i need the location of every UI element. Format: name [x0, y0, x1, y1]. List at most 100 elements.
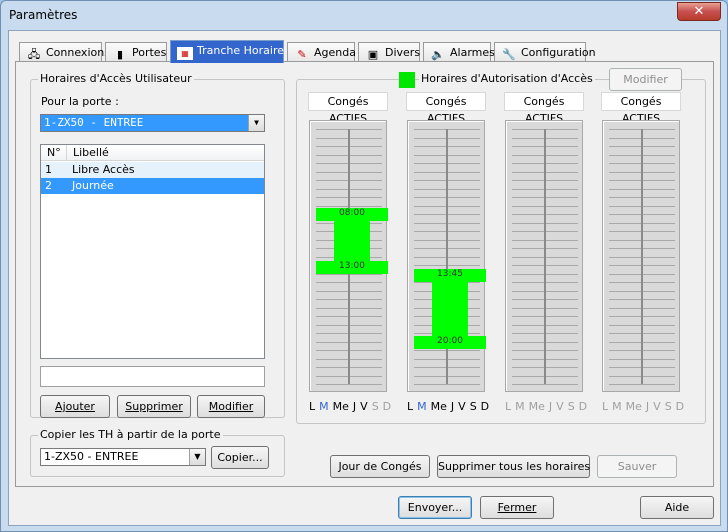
agenda-icon: ✎ [297, 48, 307, 61]
list-item[interactable]: 2 Journée [41, 178, 264, 194]
send-button[interactable]: Envoyer... [398, 496, 472, 519]
schedule-list[interactable]: N° Libellé 1 Libre Accès 2 Journée [40, 144, 265, 359]
clock-icon: ▦ [177, 47, 193, 60]
row-label: Libre Accès [72, 163, 135, 176]
weekday-toggle[interactable]: L [309, 400, 315, 413]
help-button[interactable]: Aide [640, 496, 714, 519]
weekday-toggle[interactable]: L [602, 400, 608, 413]
authorization-group-title: Horaires d'Autorisation d'Accès [419, 72, 595, 85]
delete-all-schedules-button[interactable]: Supprimer tous les horaires [437, 455, 590, 478]
weekday-toggle[interactable]: M [612, 400, 622, 413]
legend-color-swatch [399, 72, 415, 88]
weekday-toggle[interactable]: V [653, 400, 661, 413]
weekday-toggle[interactable]: J [646, 400, 649, 413]
end-time-label: 13:00 [339, 261, 365, 272]
modify-button[interactable]: Modifier [197, 395, 265, 418]
close-button[interactable]: Fermer [480, 496, 554, 519]
chevron-down-icon[interactable]: ▼ [189, 449, 205, 465]
weekday-toggle[interactable]: M [515, 400, 525, 413]
chevron-down-icon[interactable]: ▼ [248, 115, 264, 131]
column-header-label[interactable]: Libellé [73, 146, 109, 159]
weekday-selector: L M Me J V S D [407, 400, 493, 413]
tab-label: Alarmes [450, 46, 495, 59]
schedule-column-header[interactable]: Congés ACTIFS [406, 92, 486, 125]
holiday-button[interactable]: Jour de Congés [330, 455, 430, 478]
door-select[interactable]: 1-ZX50 - ENTREE ▼ [40, 114, 265, 132]
copy-button[interactable]: Copier... [211, 446, 269, 469]
weekday-selector: L M Me J V S D [602, 400, 688, 413]
schedule-name-input[interactable] [40, 366, 265, 387]
column-divider [66, 145, 67, 161]
end-time-label: 20:00 [437, 335, 463, 346]
weekday-toggle[interactable]: D [579, 400, 587, 413]
schedule-column[interactable]: 13:45 20:00 [407, 120, 486, 392]
weekday-toggle[interactable]: V [556, 400, 564, 413]
time-range-bar[interactable] [432, 282, 468, 336]
weekday-toggle[interactable]: S [372, 400, 379, 413]
tab-tranche-horaire[interactable]: ▦ Tranche Horaire [170, 40, 284, 63]
settings-window: Paramètres ✕ 🖧 Connexions ▮ Portes ▦ Tranch… [0, 0, 728, 532]
weekday-toggle[interactable]: Me [333, 400, 349, 413]
copy-door-value: 1-ZX50 - ENTREE [44, 450, 139, 463]
door-icon: ▮ [116, 48, 124, 61]
schedule-column-header[interactable]: Congés ACTIFS [308, 92, 388, 125]
schedule-column-header[interactable]: Congés ACTIFS [504, 92, 584, 125]
help-button-label: Aide [664, 501, 690, 514]
weekday-toggle[interactable]: J [549, 400, 552, 413]
weekday-selector: L M Me J V S D [309, 400, 395, 413]
tab-label: Configuration [521, 46, 596, 59]
time-range-start-handle[interactable]: 13:45 [414, 269, 486, 283]
add-button[interactable]: Ajouter [40, 395, 110, 418]
weekday-toggle[interactable]: Me [431, 400, 447, 413]
schedule-column-header[interactable]: Congés ACTIFS [601, 92, 681, 125]
door-label: Pour la porte : [41, 95, 119, 108]
list-item[interactable]: 1 Libre Accès [41, 162, 264, 178]
weekday-toggle[interactable]: M [319, 400, 329, 413]
weekday-toggle[interactable]: J [451, 400, 454, 413]
gear-icon: ▣ [367, 48, 379, 61]
time-range-end-handle[interactable]: 20:00 [414, 335, 486, 349]
delete-button[interactable]: Supprimer [117, 395, 191, 418]
time-range-end-handle[interactable]: 13:00 [316, 261, 388, 275]
copy-door-select[interactable]: 1-ZX50 - ENTREE ▼ [40, 448, 206, 466]
weekday-toggle[interactable]: L [407, 400, 413, 413]
weekday-toggle[interactable]: J [353, 400, 356, 413]
tab-agenda[interactable]: ✎ Agenda [287, 42, 356, 62]
weekday-toggle[interactable]: S [470, 400, 477, 413]
weekday-toggle[interactable]: M [417, 400, 427, 413]
weekday-toggle[interactable]: L [505, 400, 511, 413]
weekday-toggle[interactable]: D [676, 400, 684, 413]
row-number: 1 [45, 163, 52, 176]
tab-divers[interactable]: ▣ Divers [358, 42, 420, 62]
send-button-label: Envoyer... [407, 501, 463, 514]
save-button[interactable]: Sauver [597, 455, 677, 478]
tab-connexions[interactable]: 🖧 Connexions [19, 42, 110, 62]
weekday-toggle[interactable]: S [665, 400, 672, 413]
schedule-column[interactable] [505, 120, 583, 392]
weekday-toggle[interactable]: V [458, 400, 466, 413]
time-range-start-handle[interactable]: 08:00 [316, 208, 388, 221]
time-axis [544, 129, 546, 384]
column-header-number[interactable]: N° [47, 146, 61, 159]
tab-configuration[interactable]: 🔧 Configuration [494, 42, 596, 62]
copy-button-label: Copier... [217, 451, 263, 464]
weekday-toggle[interactable]: D [383, 400, 391, 413]
start-time-label: 08:00 [339, 208, 365, 218]
row-label: Journée [72, 179, 114, 192]
weekday-toggle[interactable]: S [568, 400, 575, 413]
close-window-button[interactable]: ✕ [677, 2, 721, 21]
copy-group-title: Copier les TH à partir de la porte [38, 428, 223, 441]
weekday-toggle[interactable]: Me [626, 400, 642, 413]
weekday-toggle[interactable]: D [481, 400, 489, 413]
weekday-toggle[interactable]: Me [529, 400, 545, 413]
schedule-column[interactable] [602, 120, 680, 392]
weekday-toggle[interactable]: V [360, 400, 368, 413]
delete-all-label: Supprimer tous les horaires [438, 460, 591, 473]
tab-alarmes[interactable]: 🔈 Alarmes [423, 42, 495, 62]
gridline [512, 384, 578, 385]
schedule-column[interactable]: 08:00 13:00 [309, 120, 388, 392]
modify-schedule-button[interactable]: Modifier [609, 68, 682, 91]
gridline [609, 384, 675, 385]
tab-portes[interactable]: ▮ Portes [105, 42, 167, 62]
time-range-bar[interactable] [334, 221, 370, 262]
